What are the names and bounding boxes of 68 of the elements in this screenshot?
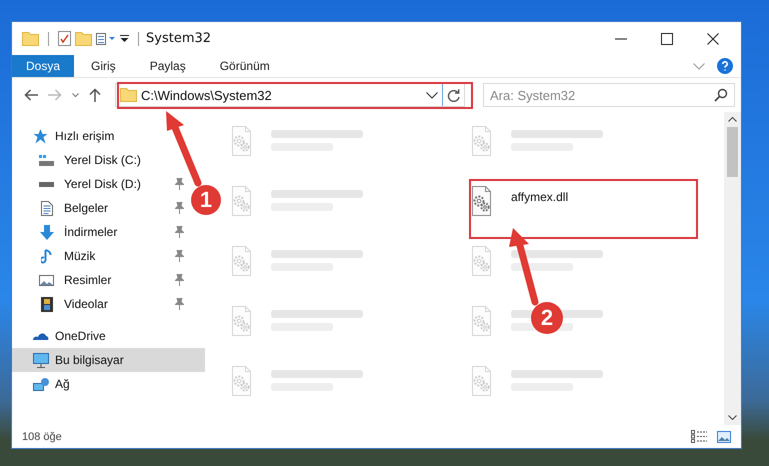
sidebar-item[interactable]: Ağ — [12, 372, 205, 396]
gear-file-icon — [472, 126, 491, 156]
gear-file-icon — [472, 246, 491, 276]
pin-icon[interactable] — [175, 298, 184, 310]
large-icons-view-icon[interactable] — [717, 430, 731, 442]
sidebar-item[interactable]: Müzik — [39, 244, 175, 268]
search-field[interactable]: Ara: System32 — [483, 83, 735, 107]
ribbon-tab[interactable]: Dosya — [12, 55, 74, 77]
sidebar-item[interactable]: Hızlı erişim — [12, 124, 205, 148]
scroll-thumb[interactable] — [727, 127, 738, 177]
network-icon — [32, 378, 48, 390]
file-name: affymex.dll — [511, 190, 568, 204]
gear-file-icon — [472, 186, 491, 216]
sidebar-item[interactable]: Yerel Disk (C:) — [39, 148, 186, 172]
gear-file-icon — [472, 306, 491, 336]
scroll-down-icon[interactable] — [728, 415, 737, 420]
monitor-icon — [32, 352, 48, 368]
gear-file-icon — [232, 246, 251, 276]
gear-file-icon — [472, 366, 491, 396]
minimize-icon[interactable] — [615, 38, 627, 40]
view-icon[interactable] — [96, 32, 116, 44]
document-icon — [40, 200, 52, 216]
scroll-up-icon[interactable] — [728, 117, 737, 122]
film-icon — [40, 296, 52, 312]
item-count: 108 öğe — [22, 430, 62, 442]
properties-icon[interactable] — [58, 31, 71, 46]
dropdown-icon[interactable] — [120, 34, 129, 42]
pin-icon[interactable] — [175, 202, 184, 214]
gear-file-icon — [232, 126, 251, 156]
star-icon — [33, 128, 48, 144]
drive-icon — [39, 182, 54, 186]
picture-icon — [39, 274, 54, 286]
sidebar-item[interactable]: Bu bilgisayar — [12, 348, 205, 372]
back-arrow-icon[interactable] — [24, 89, 38, 101]
gear-file-icon — [232, 306, 251, 336]
sidebar-item[interactable]: Resimler — [39, 268, 175, 292]
window-title: System32 — [146, 31, 212, 46]
scrollbar[interactable] — [724, 112, 741, 425]
pin-icon[interactable] — [175, 226, 184, 238]
pin-icon[interactable] — [175, 274, 184, 286]
close-icon[interactable] — [707, 32, 719, 44]
refresh-icon[interactable] — [447, 88, 460, 102]
file-item[interactable]: affymex.dll — [466, 182, 574, 218]
ribbon-tab[interactable]: Giriş — [74, 55, 133, 77]
ribbon-tab[interactable]: Görünüm — [202, 55, 287, 77]
sidebar-item[interactable]: Belgeler — [39, 196, 175, 220]
sidebar-item[interactable]: İndirmeler — [39, 220, 175, 244]
ribbon-tab[interactable]: Paylaş — [132, 55, 203, 77]
chevron-down-icon[interactable] — [426, 92, 438, 98]
sidebar-item[interactable]: OneDrive — [12, 324, 205, 348]
address-bar[interactable]: C:\Windows\System32 — [115, 83, 465, 107]
drive-icon — [39, 154, 54, 166]
maximize-icon[interactable] — [661, 32, 673, 44]
pin-icon[interactable] — [175, 250, 184, 262]
gear-file-icon — [232, 186, 251, 216]
address-path: C:\Windows\System32 — [141, 88, 272, 102]
cloud-icon — [32, 332, 48, 340]
music-note-icon — [41, 248, 52, 264]
sidebar-item[interactable]: Yerel Disk (D:) — [39, 172, 175, 196]
gear-file-icon — [232, 366, 251, 396]
details-view-icon[interactable] — [691, 430, 707, 443]
folder-icon — [120, 88, 137, 102]
search-icon[interactable] — [714, 88, 728, 102]
sidebar-item[interactable]: Videolar — [39, 292, 175, 316]
pin-icon[interactable] — [175, 178, 184, 190]
up-arrow-icon[interactable] — [89, 88, 101, 102]
down-arrow-icon — [40, 224, 54, 240]
help-icon[interactable] — [717, 58, 733, 74]
